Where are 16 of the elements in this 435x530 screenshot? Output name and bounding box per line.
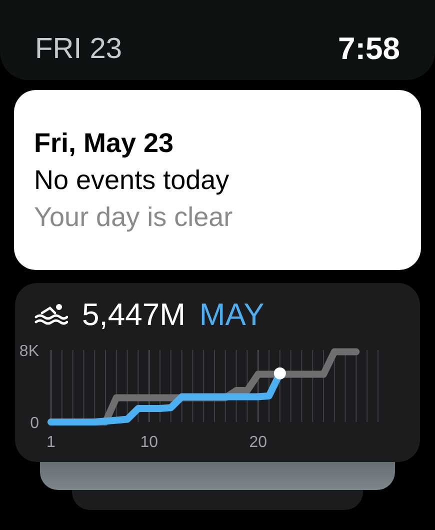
- events-card[interactable]: Fri, May 23 No events today Your day is clear: [14, 90, 421, 270]
- y-axis-label: 0: [30, 415, 39, 432]
- period-label: MAY: [199, 298, 264, 330]
- activity-card[interactable]: 5,447M MAY 0 8K 1 10 20: [15, 283, 420, 462]
- time-label: 7:58: [338, 33, 400, 64]
- swimmer-icon: [34, 303, 68, 325]
- current-point-marker: [274, 367, 286, 380]
- y-axis-label: 8K: [19, 345, 39, 360]
- date-label: FRI 23: [35, 35, 122, 64]
- x-axis-label: 1: [46, 434, 56, 451]
- distance-total: 5,447M: [82, 298, 186, 330]
- event-subtitle: Your day is clear: [34, 201, 234, 234]
- x-axis-label: 20: [249, 434, 267, 451]
- event-date: Fri, May 23: [34, 127, 175, 160]
- event-title: No events today: [34, 164, 230, 197]
- x-axis-label: 10: [140, 434, 158, 451]
